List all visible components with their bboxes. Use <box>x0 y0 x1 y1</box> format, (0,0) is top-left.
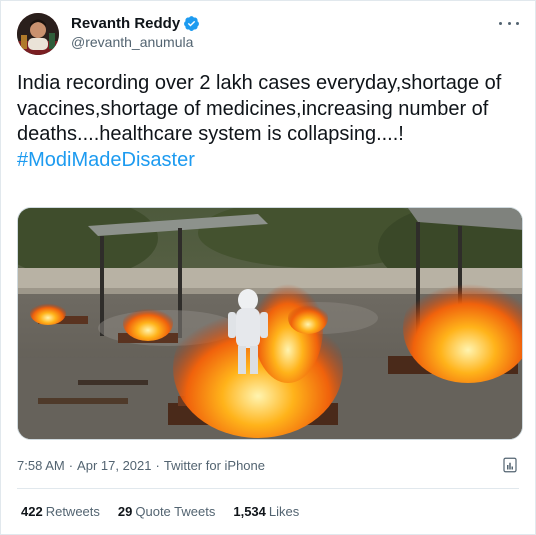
meta-separator: · <box>155 458 160 473</box>
likes-count: 1,534 <box>233 504 266 519</box>
quote-tweets-stat[interactable]: 29 Quote Tweets <box>118 504 215 519</box>
retweets-label: Retweets <box>45 504 100 519</box>
likes-label: Likes <box>268 504 300 519</box>
more-icon[interactable] <box>499 15 519 31</box>
tweet-photo[interactable] <box>17 207 523 440</box>
avatar[interactable] <box>17 13 59 55</box>
retweets-count: 422 <box>21 504 43 519</box>
quote-tweets-label: Quote Tweets <box>135 504 216 519</box>
cremation-ground-photo <box>18 208 522 439</box>
engagement-stats: 422 Retweets 29 Quote Tweets 1,534 Likes <box>21 504 299 519</box>
author-handle[interactable]: @revanth_anumula <box>71 34 193 50</box>
analytics-icon[interactable] <box>501 456 519 474</box>
quote-tweets-count: 29 <box>117 504 133 519</box>
retweets-stat[interactable]: 422 Retweets <box>21 504 100 519</box>
tweet-time[interactable]: 7:58 AM <box>17 458 65 473</box>
tweet-date[interactable]: Apr 17, 2021 <box>77 458 151 473</box>
tweet-source[interactable]: Twitter for iPhone <box>164 458 265 473</box>
tweet-card: Revanth Reddy @revanth_anumula India rec… <box>0 0 536 535</box>
author-display-name[interactable]: Revanth Reddy <box>71 15 180 32</box>
hashtag-link[interactable]: #ModiMadeDisaster <box>17 148 527 174</box>
divider <box>17 488 519 489</box>
author-name-row[interactable]: Revanth Reddy <box>71 15 200 32</box>
avatar-image <box>17 13 59 55</box>
meta-separator: · <box>68 458 74 473</box>
tweet-body: India recording over 2 lakh cases everyd… <box>17 71 527 173</box>
likes-stat[interactable]: 1,534 Likes <box>233 504 299 519</box>
verified-badge-icon <box>184 16 200 31</box>
tweet-meta: 7:58 AM · Apr 17, 2021 · Twitter for iPh… <box>17 458 265 473</box>
tweet-text: India recording over 2 lakh cases everyd… <box>17 72 502 145</box>
